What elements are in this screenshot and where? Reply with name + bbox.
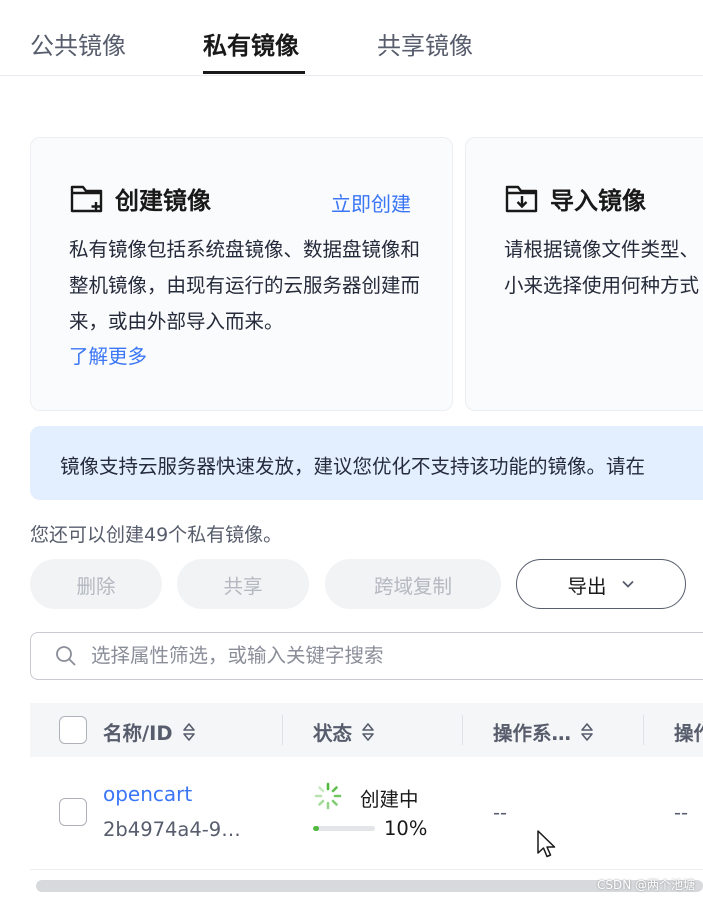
quota-text: 您还可以创建49个私有镜像。 — [30, 524, 283, 546]
column-operation[interactable]: 操作 — [674, 717, 703, 746]
create-now-link[interactable]: 立即创建 — [331, 188, 411, 217]
info-banner: 镜像支持云服务器快速发放，建议您优化不支持该功能的镜像。请在 — [30, 426, 703, 500]
delete-button[interactable]: 删除 — [30, 559, 162, 609]
cross-region-copy-button[interactable]: 跨域复制 — [325, 559, 501, 609]
column-operation-label: 操作 — [674, 722, 703, 745]
watermark: CSDN @两个池塘 — [596, 878, 695, 892]
os-cell: -- — [493, 801, 508, 824]
image-id: 2b4974a4-9… — [103, 818, 241, 841]
column-os-label: 操作系… — [493, 722, 572, 745]
export-button[interactable]: 导出 — [516, 559, 686, 609]
column-divider — [462, 715, 463, 745]
tab-private-images[interactable]: 私有镜像 — [203, 26, 299, 61]
column-name-id[interactable]: 名称/ID — [103, 717, 197, 746]
create-image-card-header: 创建镜像 — [69, 180, 211, 216]
table-header: 名称/ID 状态 操作系… 操作 — [30, 703, 703, 757]
sort-icon[interactable] — [181, 720, 197, 744]
loading-spinner-icon — [314, 782, 342, 810]
import-image-description: 请根据镜像文件类型、 小来选择使用何种方式 — [504, 232, 703, 304]
column-status-label: 状态 — [313, 722, 353, 745]
active-tab-indicator — [203, 71, 305, 74]
share-button[interactable]: 共享 — [177, 559, 309, 609]
column-divider — [643, 715, 644, 745]
row-checkbox[interactable] — [59, 798, 87, 826]
progress-bar-fill — [313, 826, 320, 831]
tab-shared-images[interactable]: 共享镜像 — [377, 26, 473, 61]
operation-cell: -- — [674, 801, 689, 824]
import-image-card: 导入镜像 请根据镜像文件类型、 小来选择使用何种方式 — [465, 137, 703, 411]
folder-plus-icon — [70, 185, 103, 213]
progress-percent: 10% — [384, 817, 428, 840]
mouse-cursor-icon — [537, 830, 556, 858]
search-bar — [30, 632, 703, 680]
import-image-card-header: 导入镜像 — [504, 180, 646, 216]
export-button-label: 导出 — [567, 574, 607, 598]
import-description-line-1: 请根据镜像文件类型、 — [504, 238, 700, 261]
chevron-down-icon — [621, 580, 634, 588]
sort-icon[interactable] — [579, 720, 595, 744]
status-text: 创建中 — [360, 788, 419, 811]
column-divider — [282, 715, 283, 745]
learn-more-link[interactable]: 了解更多 — [69, 340, 147, 369]
search-input[interactable] — [91, 633, 691, 678]
info-banner-text: 镜像支持云服务器快速发放，建议您优化不支持该功能的镜像。请在 — [60, 455, 646, 478]
import-image-title: 导入镜像 — [550, 186, 646, 215]
create-image-title: 创建镜像 — [115, 186, 211, 215]
create-image-card: 创建镜像 立即创建 私有镜像包括系统盘镜像、数据盘镜像和整机镜像，由现有运行的云… — [30, 137, 453, 411]
sort-icon[interactable] — [360, 720, 376, 744]
progress-bar — [313, 826, 375, 831]
tab-public-images[interactable]: 公共镜像 — [30, 26, 126, 61]
folder-download-icon — [505, 185, 538, 213]
image-name-link[interactable]: opencart — [103, 782, 192, 806]
column-name-id-label: 名称/ID — [103, 722, 173, 745]
import-description-line-2: 小来选择使用何种方式 — [504, 274, 700, 297]
select-all-checkbox[interactable] — [59, 716, 87, 744]
search-icon — [56, 646, 76, 666]
column-os[interactable]: 操作系… — [493, 717, 595, 746]
image-tabs: 公共镜像 私有镜像 共享镜像 — [0, 0, 703, 76]
create-image-description: 私有镜像包括系统盘镜像、数据盘镜像和整机镜像，由现有运行的云服务器创建而来，或由… — [69, 238, 421, 333]
column-status[interactable]: 状态 — [313, 717, 376, 746]
table-row: opencart 2b4974a4-9… 创建中 10% -- -- — [30, 757, 703, 870]
